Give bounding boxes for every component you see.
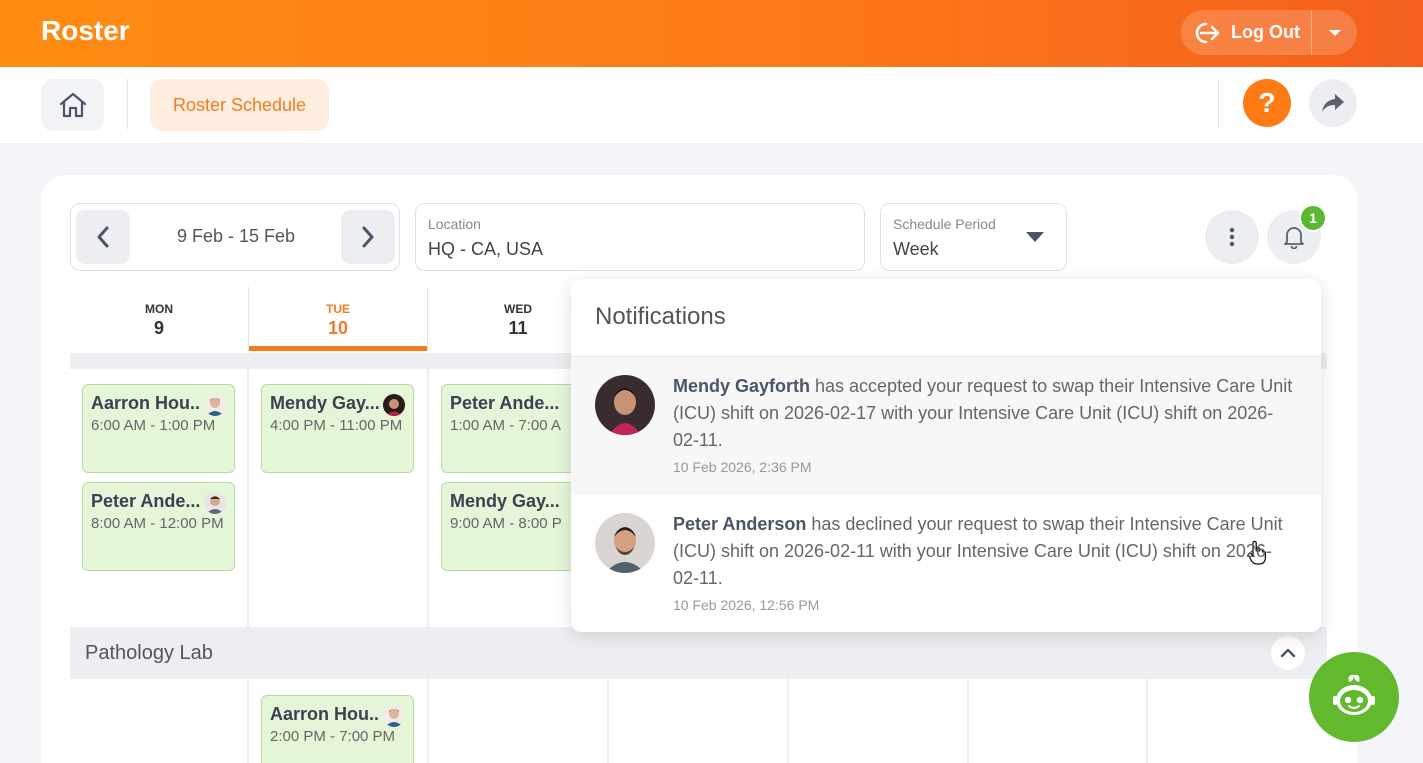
divider [1218,79,1219,129]
shift-card[interactable]: Mendy Gay... 4:00 PM - 11:00 PM [261,384,414,473]
chevron-right-icon [362,226,374,248]
share-button[interactable] [1309,79,1357,127]
chevron-left-icon [97,226,109,248]
divider [607,679,609,763]
shift-employee-name: Mendy Gay... [270,393,380,413]
shift-employee-name: Peter Ande... [450,393,560,413]
shift-employee-name: Aarron Hou... [91,393,201,413]
avatar [383,394,405,416]
department-section-header: Pathology Lab [70,627,1327,679]
notification-timestamp: 10 Feb 2026, 2:36 PM [673,459,812,475]
assistant-bot-button[interactable] [1309,652,1399,742]
top-bar: Roster Log Out [0,0,1423,67]
divider [248,287,249,353]
robot-icon [1333,674,1375,715]
divider [1146,679,1148,763]
app-title: Roster [41,15,130,46]
notifications-panel: Notifications Mendy Gayforth has accepte… [571,279,1321,632]
section-title: Pathology Lab [85,642,213,664]
notification-timestamp: 10 Feb 2026, 12:56 PM [673,597,820,613]
chevron-up-icon [1280,648,1296,658]
notification-sender: Peter Anderson [673,514,807,534]
home-icon [59,92,86,118]
notification-sender: Mendy Gayforth [673,376,811,396]
day-of-week: TUE [326,302,350,316]
schedule-period-select[interactable]: Schedule Period Week [880,203,1067,271]
sub-nav-bar: Roster Schedule ? [0,67,1423,143]
shift-card[interactable]: Aarron Hou... 2:00 PM - 7:00 PM [261,695,414,763]
next-week-button[interactable] [341,210,395,264]
avatar [595,375,655,435]
avatar [204,394,226,416]
logout-button-group: Log Out [1181,10,1357,55]
logout-label: Log Out [1231,22,1300,42]
more-options-button[interactable] [1205,210,1259,264]
shift-employee-name: Aarron Hou... [270,704,380,724]
avatar [204,492,226,514]
day-of-week: MON [145,302,173,316]
avatar [383,705,405,727]
bell-icon [1284,227,1304,249]
schedule-period-value: Week [893,239,939,259]
shift-time: 4:00 PM - 11:00 PM [270,417,403,434]
divider [787,679,789,763]
roster-schedule-tab[interactable]: Roster Schedule [150,79,329,131]
notification-item[interactable]: Mendy Gayforth has accepted your request… [571,357,1321,565]
location-value: HQ - CA, USA [428,239,544,259]
more-vertical-icon [1229,227,1235,247]
divider [427,369,429,627]
date-range-label: 9 Feb - 15 Feb [176,226,296,246]
shift-employee-name: Peter Ande... [91,491,201,511]
schedule-period-label: Schedule Period [893,216,996,232]
share-arrow-icon [1322,94,1344,112]
notification-message: Mendy Gayforth has accepted your request… [673,373,1293,454]
day-header-mon: MON 9 [70,287,248,353]
date-navigator: 9 Feb - 15 Feb [70,203,400,271]
shift-employee-name: Mendy Gay... [450,491,560,511]
shift-time: 9:00 AM - 8:00 P [450,515,562,532]
chevron-down-icon[interactable] [1312,28,1357,38]
shift-time: 1:00 AM - 7:00 A [450,417,561,434]
logout-icon [1195,22,1220,43]
divider [247,679,249,763]
location-field[interactable]: Location HQ - CA, USA [415,203,865,271]
notification-count-badge: 1 [1299,204,1327,232]
previous-week-button[interactable] [76,210,130,264]
collapse-button[interactable] [1271,636,1305,670]
shift-time: 8:00 AM - 12:00 PM [91,515,224,532]
avatar [595,513,655,573]
home-button[interactable] [41,79,104,131]
notifications-title: Notifications [595,303,726,330]
notification-message: Peter Anderson has declined your request… [673,511,1293,592]
divider [427,679,429,763]
day-number: 10 [327,318,349,338]
shift-time: 2:00 PM - 7:00 PM [270,728,396,745]
logout-button[interactable]: Log Out [1181,10,1312,55]
location-label: Location [428,216,481,232]
shift-card[interactable]: Peter Ande... 8:00 AM - 12:00 PM [82,482,235,571]
divider [127,79,128,129]
shift-time: 6:00 AM - 1:00 PM [91,417,216,434]
divider [967,679,969,763]
notification-item[interactable]: Peter Anderson has declined your request… [571,495,1321,632]
divider [427,287,428,353]
divider [247,369,249,627]
active-day-indicator [249,346,427,351]
day-number: 9 [153,318,164,338]
help-button[interactable]: ? [1243,79,1291,127]
shift-card[interactable]: Aarron Hou... 6:00 AM - 1:00 PM [82,384,235,473]
day-header-tue: TUE 10 [249,287,427,353]
caret-down-icon [1026,232,1044,242]
